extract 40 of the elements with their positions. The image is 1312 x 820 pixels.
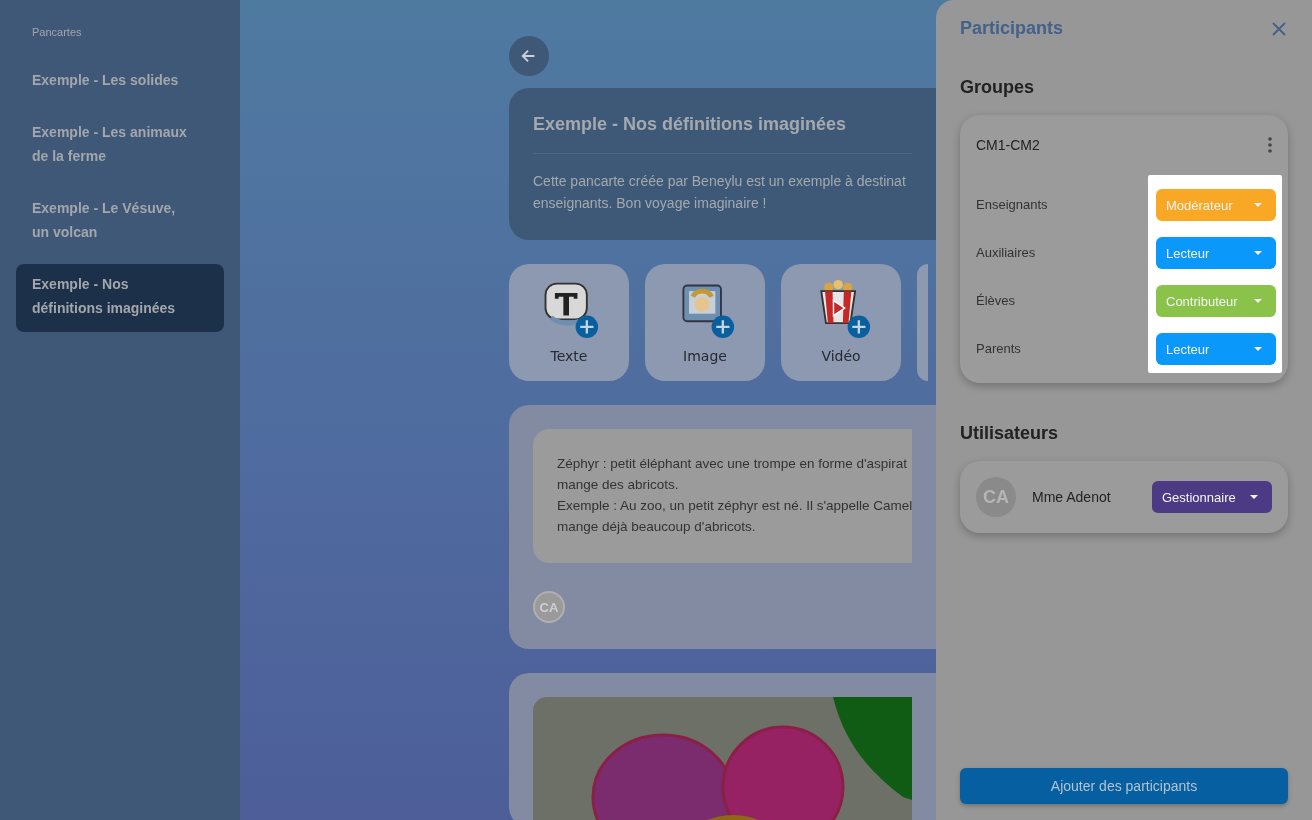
tile-label: Vidéo: [821, 348, 861, 364]
content-tile[interactable]: [917, 264, 928, 381]
role-dropdown[interactable]: Modérateur: [1156, 189, 1276, 221]
post-text: Zéphyr : petit éléphant avec une trompe en forme d'aspirat mange des abricots. Exemple : Au zoo, un petit zéphyr est né. Il s'appelle Camel mange déjà beaucoup d'abricots.: [533, 429, 912, 563]
add-content-tile[interactable]: Texte: [509, 264, 629, 381]
add-content-tile[interactable]: Vidéo: [781, 264, 901, 381]
back-button[interactable]: [509, 36, 549, 76]
role-dropdown[interactable]: Gestionnaire: [1152, 481, 1272, 513]
audience-label: Élèves: [976, 292, 1017, 310]
close-button[interactable]: [1270, 19, 1288, 38]
section-label: Pancartes: [31, 26, 83, 40]
caret-icon: [1254, 299, 1262, 303]
role-dropdown[interactable]: Contributeur: [1156, 285, 1276, 317]
section-heading: Groupes: [960, 77, 1035, 98]
caret-icon: [1250, 495, 1258, 499]
caret-icon: [1254, 347, 1262, 351]
sidebar-item[interactable]: Exemple - Les animaux de la ferme: [16, 112, 224, 180]
sidebar-item[interactable]: Exemple - Le Vésuve, un volcan: [16, 188, 224, 256]
more-button[interactable]: [1268, 137, 1272, 153]
role-dropdown[interactable]: Lecteur: [1156, 237, 1276, 269]
sidebar-item[interactable]: Exemple - Les solides: [16, 60, 224, 104]
add-content-tile[interactable]: Image: [645, 264, 765, 381]
tile-label: Texte: [550, 348, 588, 364]
tile-label: Image: [683, 348, 727, 364]
group-name: CM1-CM2: [976, 137, 1040, 153]
caret-icon: [1254, 203, 1262, 207]
board-description: Cette pancarte créée par Beneylu est un exemple à destinat enseignants. Bon voyage imaginaire !: [533, 172, 907, 213]
audience-label: Parents: [976, 340, 1022, 358]
section-heading: Utilisateurs: [960, 423, 1060, 444]
sidebar-item[interactable]: Exemple - Nos définitions imaginées: [16, 264, 224, 332]
kebab-menu-icon: [1268, 137, 1272, 153]
board-title: Exemple - Nos définitions imaginées: [533, 114, 848, 135]
role-dropdown[interactable]: Lecteur: [1156, 333, 1276, 365]
panel-title: Participants: [960, 18, 1064, 39]
user-name: Mme Adenot: [1032, 489, 1112, 505]
close-icon: [1272, 21, 1286, 36]
add-participants-button[interactable]: Ajouter des participants: [960, 768, 1288, 804]
audience-label: Auxiliaires: [976, 244, 1037, 262]
caret-icon: [1254, 251, 1262, 255]
audience-label: Enseignants: [976, 196, 1048, 214]
